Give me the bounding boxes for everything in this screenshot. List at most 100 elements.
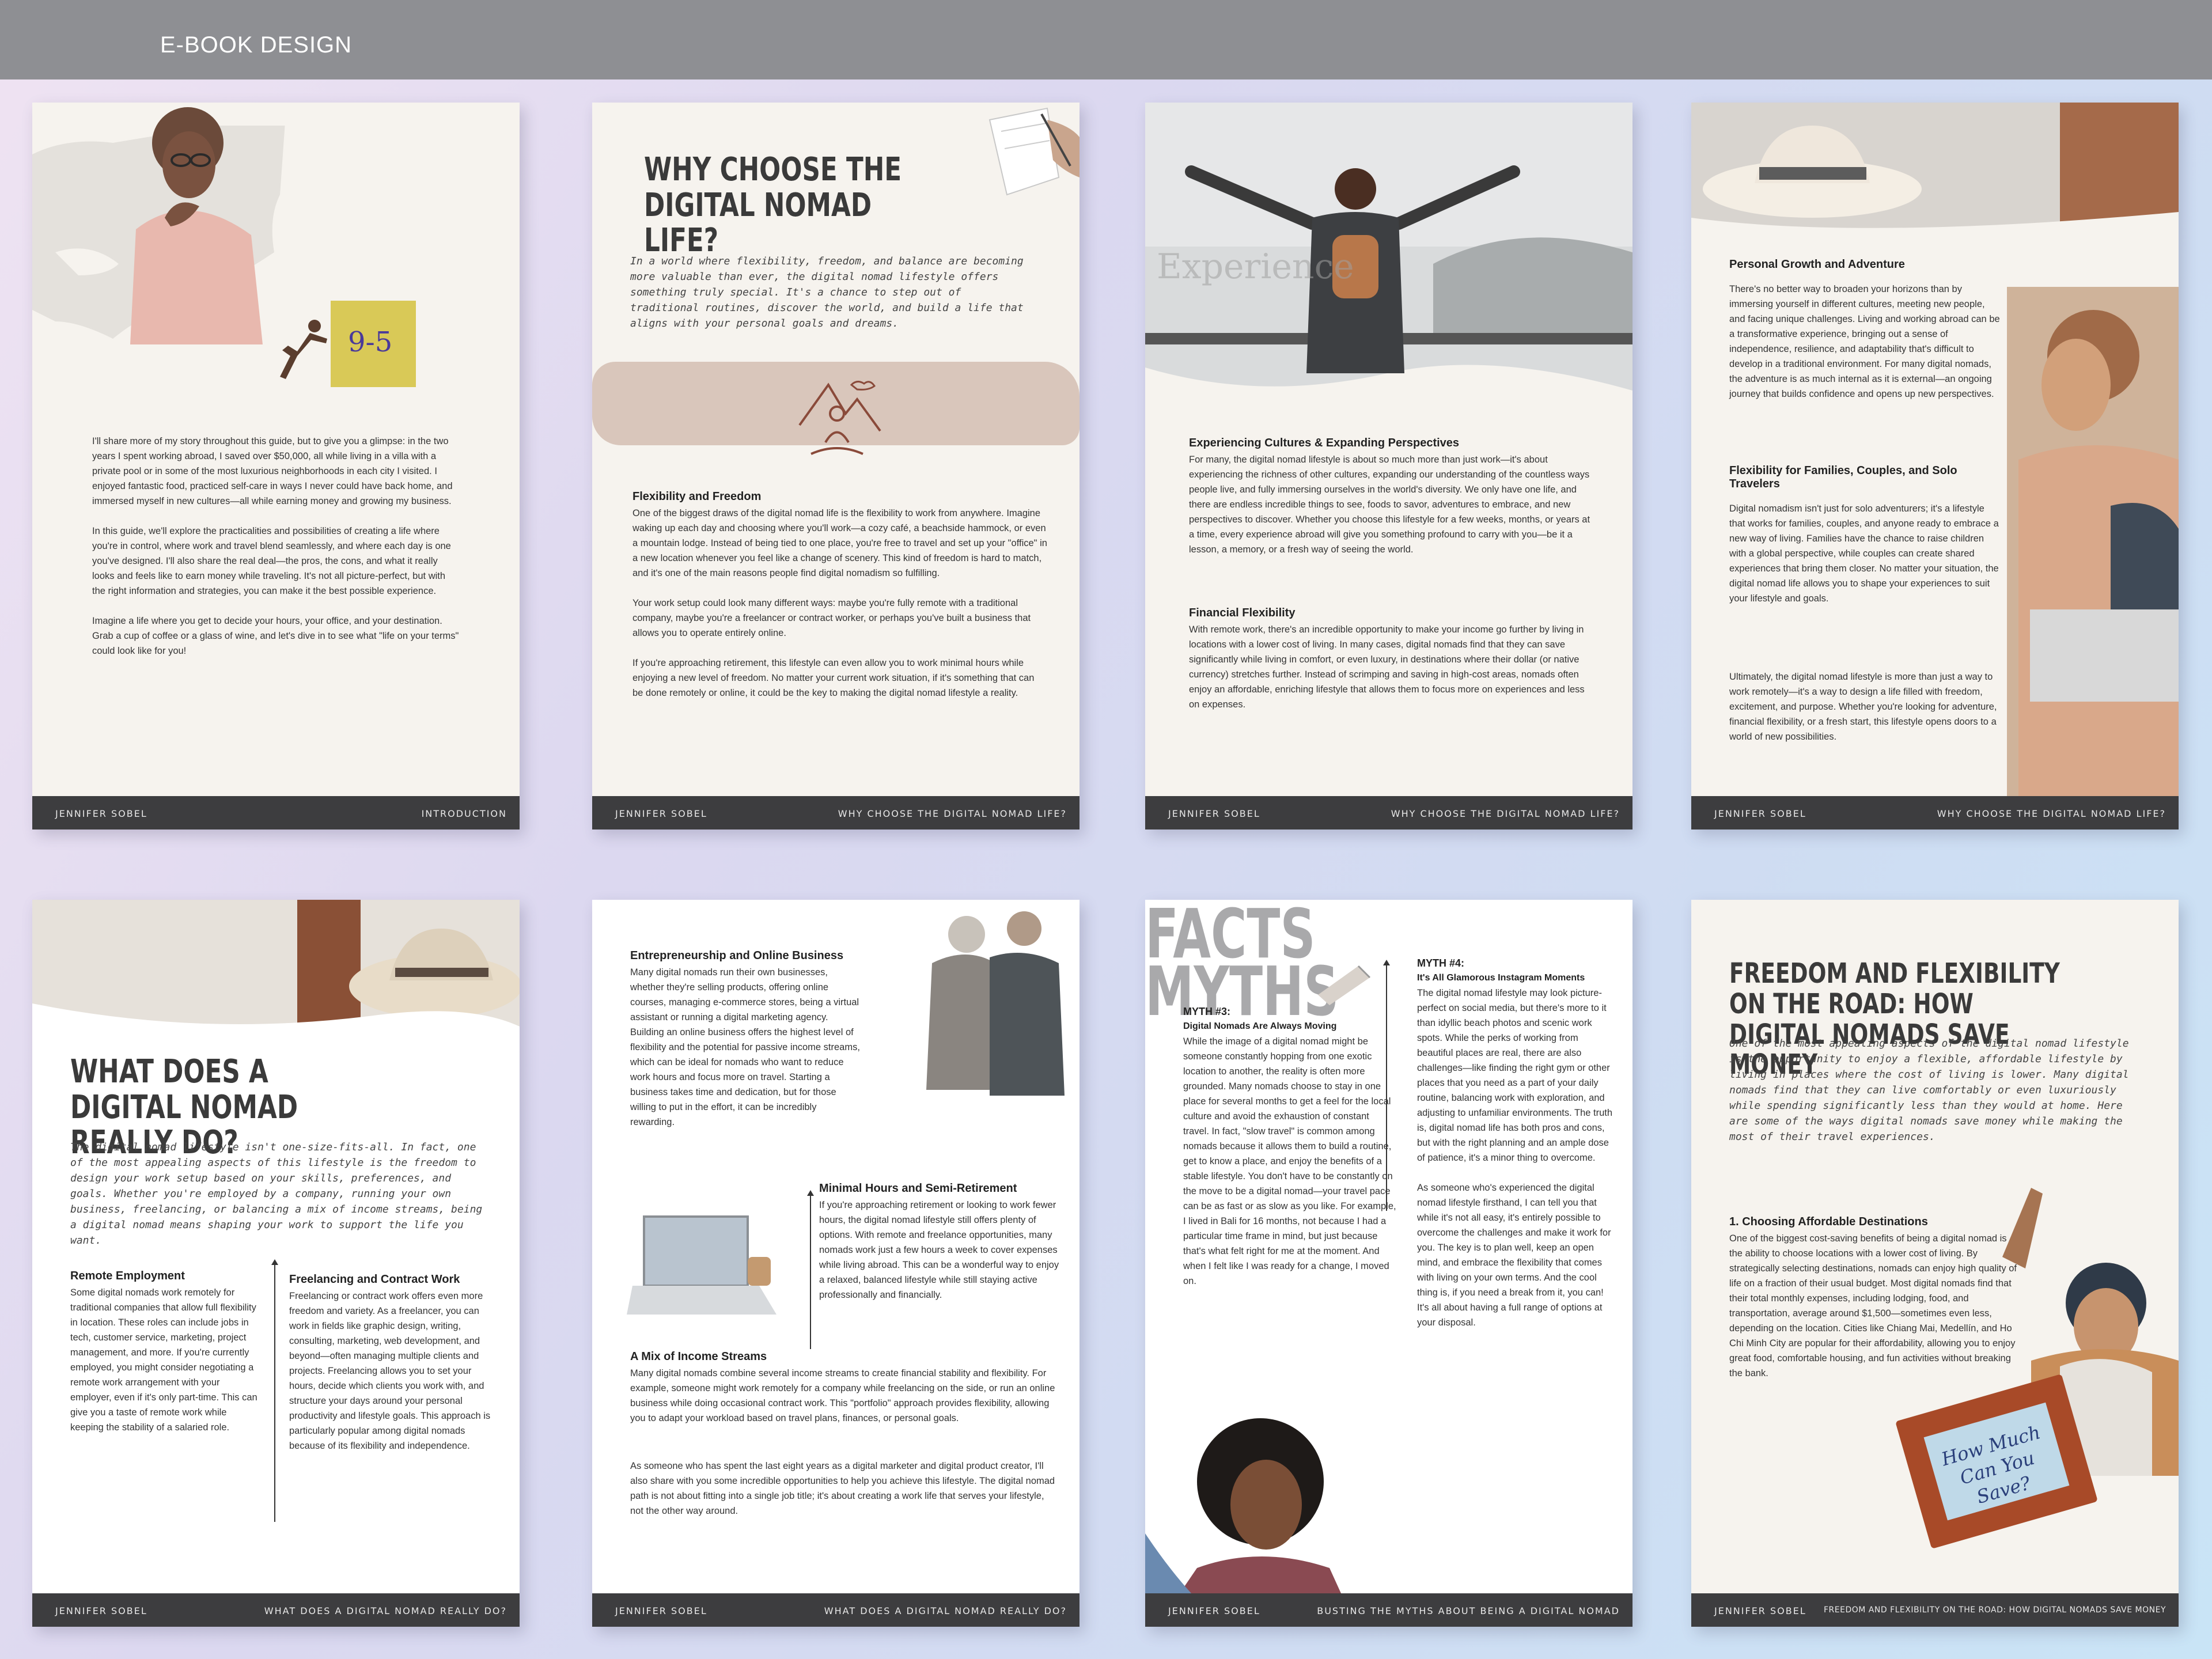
how-much-sign: How Much Can You Save? xyxy=(1895,1374,2098,1549)
footer-section: FREEDOM AND FLEXIBILITY ON THE ROAD: HOW… xyxy=(1823,1605,2166,1615)
paragraph: One of the biggest draws of the digital … xyxy=(632,508,1047,578)
woman-with-glasses-photo xyxy=(32,103,286,344)
content-section: Flexibility for Families, Couples, and S… xyxy=(1729,464,2000,606)
myth-label: MYTH #3: xyxy=(1183,1006,1231,1017)
column-divider-arrow xyxy=(807,1190,814,1349)
footer-section: WHAT DOES A DIGITAL NOMAD REALLY DO? xyxy=(264,1605,507,1616)
myth-label: MYTH #4: xyxy=(1417,957,1465,969)
ebook-page-introduction[interactable]: 9-5 I'll share more of my story througho… xyxy=(32,103,520,830)
paragraph: If you're approaching retirement, this l… xyxy=(632,658,1035,698)
ebook-page-save-money[interactable]: FREEDOM AND FLEXIBILITY ON THE ROAD: HOW… xyxy=(1691,900,2179,1627)
content-section: Ultimately, the digital nomad lifestyle … xyxy=(1729,669,2000,744)
content-section: Minimal Hours and Semi-Retirement If you… xyxy=(819,1182,1061,1302)
myth-body: While the image of a digital nomad might… xyxy=(1183,1036,1396,1286)
photo-overlay-word: Experience xyxy=(1157,247,1354,287)
sign-text: How Much Can You Save? xyxy=(1938,1421,2043,1508)
footer-author: JENNIFER SOBEL xyxy=(1714,808,1806,819)
intro-body: I'll share more of my story throughout t… xyxy=(92,434,461,673)
ebook-page-personal-growth[interactable]: Personal Growth and Adventure There's no… xyxy=(1691,103,2179,830)
ebook-page-why-choose[interactable]: WHY CHOOSE THE DIGITAL NOMAD LIFE? In a … xyxy=(592,103,1080,830)
page-footer: JENNIFER SOBEL WHY CHOOSE THE DIGITAL NO… xyxy=(1691,796,2179,830)
woman-curly-hair-photo xyxy=(1145,1418,1364,1593)
footer-author: JENNIFER SOBEL xyxy=(615,1605,707,1616)
content-section: Freelancing and Contract Work Freelancin… xyxy=(289,1273,497,1453)
footer-author: JENNIFER SOBEL xyxy=(615,808,707,819)
section-body: Some digital nomads work remotely for tr… xyxy=(70,1287,257,1433)
footer-section: WHY CHOOSE THE DIGITAL NOMAD LIFE? xyxy=(838,808,1067,819)
content-section: Financial Flexibility With remote work, … xyxy=(1189,607,1592,712)
section-title: Experiencing Cultures & Expanding Perspe… xyxy=(1189,437,1460,449)
content-section: Remote Employment Some digital nomads wo… xyxy=(70,1270,260,1435)
section-body: Many digital nomads combine several inco… xyxy=(630,1368,1055,1423)
section-body: Freelancing or contract work offers even… xyxy=(289,1291,491,1451)
ebook-page-myths[interactable]: FACTS MYTHS MYTH #3: Digital Nomads Are … xyxy=(1145,900,1633,1627)
section-body: If you're approaching retirement or look… xyxy=(819,1200,1059,1300)
page-intro: In a world where flexibility, freedom, a… xyxy=(630,255,1024,329)
ebook-page-income-streams[interactable]: Entrepreneurship and Online Business Man… xyxy=(592,900,1080,1627)
section-title: Minimal Hours and Semi-Retirement xyxy=(819,1182,1017,1195)
man-pushing-illustration xyxy=(280,320,327,379)
page-intro: The digital nomad lifestyle isn't one-si… xyxy=(70,1141,483,1247)
footer-section: BUSTING THE MYTHS ABOUT BEING A DIGITAL … xyxy=(1317,1605,1620,1616)
ebook-page-what-does-nomad-do[interactable]: WHAT DOES A DIGITAL NOMAD REALLY DO? The… xyxy=(32,900,520,1627)
page-footer: JENNIFER SOBEL FREEDOM AND FLEXIBILITY O… xyxy=(1691,1593,2179,1627)
sticky-note-text: 9-5 xyxy=(348,326,393,358)
section-body: One of the biggest draws of the digital … xyxy=(632,506,1047,715)
ebook-page-experience[interactable]: Experience Experiencing Cultures & Expan… xyxy=(1145,103,1633,830)
footer-section: WHY CHOOSE THE DIGITAL NOMAD LIFE? xyxy=(1937,808,2166,819)
myth-3-section: MYTH #3: Digital Nomads Are Always Movin… xyxy=(1183,1006,1396,1289)
content-section: A Mix of Income Streams Many digital nom… xyxy=(630,1350,1056,1426)
section-body: As someone who has spent the last eight … xyxy=(630,1461,1055,1516)
section-title: Financial Flexibility xyxy=(1189,607,1296,619)
section-title: Personal Growth and Adventure xyxy=(1729,258,1905,271)
section-body: With remote work, there's an incredible … xyxy=(1189,624,1585,710)
section-title: A Mix of Income Streams xyxy=(630,1350,767,1363)
notepad-hand-illustration xyxy=(988,107,1080,196)
footer-section: INTRODUCTION xyxy=(421,808,507,819)
sticky-note: 9-5 xyxy=(331,301,416,387)
content-section: Experiencing Cultures & Expanding Perspe… xyxy=(1189,437,1592,557)
section-body: Ultimately, the digital nomad lifestyle … xyxy=(1729,672,1997,742)
footer-section: WHAT DOES A DIGITAL NOMAD REALLY DO? xyxy=(824,1605,1067,1616)
footer-author: JENNIFER SOBEL xyxy=(1168,808,1260,819)
section-title: Flexibility and Freedom xyxy=(632,490,762,503)
section-body: Digital nomadism isn't just for solo adv… xyxy=(1729,503,1999,604)
myth-title: It's All Glamorous Instagram Moments xyxy=(1417,973,1585,983)
page-title: WHY CHOOSE THE DIGITAL NOMAD LIFE? xyxy=(644,151,902,260)
page-footer: JENNIFER SOBEL WHY CHOOSE THE DIGITAL NO… xyxy=(1145,796,1633,830)
column-divider-arrow xyxy=(1383,960,1390,1211)
meditation-icon xyxy=(798,381,881,455)
content-section: Personal Growth and Adventure There's no… xyxy=(1729,258,2000,402)
footer-section: WHY CHOOSE THE DIGITAL NOMAD LIFE? xyxy=(1391,808,1620,819)
section-title: Flexibility for Families, Couples, and S… xyxy=(1729,464,1957,490)
paragraph: I'll share more of my story throughout t… xyxy=(92,436,453,506)
section-body: For many, the digital nomad lifestyle is… xyxy=(1189,454,1590,555)
footer-author: JENNIFER SOBEL xyxy=(55,1605,147,1616)
hat-beach-photo xyxy=(32,900,520,1038)
footer-author: JENNIFER SOBEL xyxy=(1714,1605,1806,1616)
myth-4-section: MYTH #4: It's All Glamorous Instagram Mo… xyxy=(1417,957,1613,1330)
content-section: Entrepreneurship and Online Business Man… xyxy=(630,949,861,1130)
woman-arms-outstretched-photo: Experience xyxy=(1145,103,1633,408)
section-title: Freelancing and Contract Work xyxy=(289,1273,460,1286)
older-couple-photo xyxy=(903,900,1080,1107)
top-bar: E-BOOK DESIGN xyxy=(0,0,2212,79)
myth-title: Digital Nomads Are Always Moving xyxy=(1183,1021,1337,1031)
footer-author: JENNIFER SOBEL xyxy=(1168,1605,1260,1616)
page-footer: JENNIFER SOBEL WHAT DOES A DIGITAL NOMAD… xyxy=(32,1593,520,1627)
paragraph: In this guide, we'll explore the practic… xyxy=(92,526,451,596)
myth-body: As someone who's experienced the digital… xyxy=(1417,1183,1611,1328)
section-body: Many digital nomads run their own busine… xyxy=(630,967,860,1127)
hat-on-sand-photo xyxy=(1691,103,2179,235)
column-divider-arrow xyxy=(271,1259,278,1522)
couple-laptop-photo xyxy=(2007,287,2179,828)
footer-author: JENNIFER SOBEL xyxy=(55,808,147,819)
header-title: E-BOOK DESIGN xyxy=(160,32,353,58)
section-title: Remote Employment xyxy=(70,1270,185,1282)
page-footer: JENNIFER SOBEL BUSTING THE MYTHS ABOUT B… xyxy=(1145,1593,1633,1627)
page-footer: JENNIFER SOBEL WHY CHOOSE THE DIGITAL NO… xyxy=(592,796,1080,830)
eraser-pencil-icon xyxy=(1318,965,1371,1005)
page-footer: JENNIFER SOBEL INTRODUCTION xyxy=(32,796,520,830)
section-body: There's no better way to broaden your ho… xyxy=(1729,284,2000,399)
page-intro: One of the most appealing aspects of the… xyxy=(1729,1037,2129,1143)
